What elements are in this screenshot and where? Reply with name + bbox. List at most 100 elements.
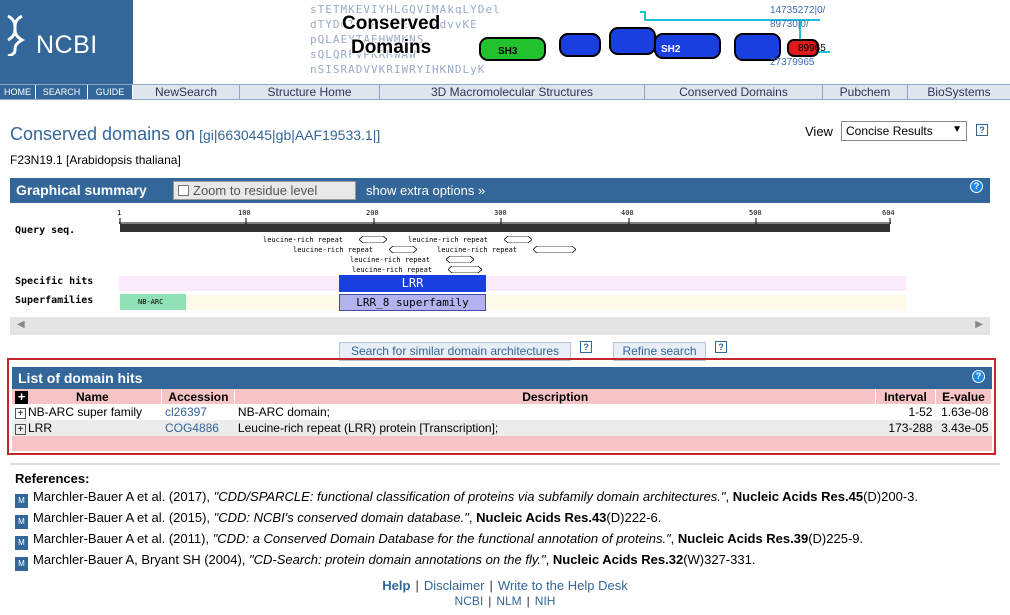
- domain-hits-help-icon[interactable]: ?: [972, 370, 985, 383]
- tick-label: 1: [117, 209, 122, 217]
- tick-label: 500: [749, 209, 762, 217]
- banner-sh2-label: SH2: [661, 44, 681, 55]
- repeat-arrow[interactable]: [533, 246, 576, 253]
- query-sequence-bar[interactable]: [120, 224, 890, 232]
- lrr8-superfamily-hit[interactable]: LRR_8 superfamily: [339, 294, 486, 311]
- scroll-right-icon[interactable]: ▶: [975, 319, 983, 330]
- pubmed-icon: M: [15, 494, 28, 508]
- column-header-name: + Name: [12, 389, 163, 404]
- repeat-label: leucine-rich repeat: [408, 236, 489, 244]
- nav-3d-structures[interactable]: 3D Macromolecular Structures: [380, 85, 645, 99]
- gi-link[interactable]: gi|6630445|gb|AAF19533.1|: [203, 127, 376, 143]
- expand-row-icon[interactable]: +: [15, 424, 26, 435]
- lrr-domain-hit[interactable]: LRR: [339, 275, 486, 292]
- repeat-label: leucine-rich repeat: [293, 246, 374, 254]
- reference-item[interactable]: M Marchler-Bauer A et al. (2017), "CDD/SP…: [15, 489, 918, 508]
- column-header-interval: Interval: [875, 389, 936, 404]
- nav-structure-home[interactable]: Structure Home: [240, 85, 380, 99]
- table-header-row: + Name Accession Description Interval E-v…: [12, 389, 993, 404]
- repeat-arrow[interactable]: [504, 236, 532, 243]
- protein-subtitle: F23N19.1 [Arabidopsis thaliana]: [10, 153, 181, 167]
- repeat-arrow[interactable]: [446, 256, 474, 263]
- hit-name-text: NB-ARC super family: [28, 405, 143, 419]
- banner-number: 89965: [798, 43, 826, 54]
- graphic-scrollbar[interactable]: ◀ ▶: [10, 317, 990, 335]
- reference-item[interactable]: M Marchler-Bauer A et al. (2015), "CDD: N…: [15, 510, 661, 529]
- tick-label: 100: [238, 209, 251, 217]
- nav-pubchem[interactable]: Pubchem: [823, 85, 908, 99]
- expand-row-icon[interactable]: +: [15, 408, 26, 419]
- banner-number: 27379965: [770, 57, 815, 68]
- repeat-label: leucine-rich repeat: [437, 246, 518, 254]
- table-row[interactable]: + LRR COG4886 Leucine-rich repeat (LRR) p…: [12, 420, 992, 436]
- footer-nih-link[interactable]: NIH: [535, 594, 556, 608]
- nbarc-superfamily-hit[interactable]: NB-ARC: [120, 294, 186, 310]
- banner-number: 89730|0/: [770, 19, 809, 30]
- repeat-arrow[interactable]: [359, 236, 387, 243]
- ref-pages: (D)200-3.: [863, 489, 918, 504]
- expand-all-icon[interactable]: +: [15, 390, 28, 404]
- nav-conserved-domains[interactable]: Conserved Domains: [645, 85, 823, 99]
- banner-title: Conserved Domains: [342, 12, 440, 60]
- hit-accession-link[interactable]: COG4886: [161, 420, 235, 436]
- reference-item[interactable]: M Marchler-Bauer A et al. (2011), "CDD: a…: [15, 531, 863, 550]
- reference-item[interactable]: M Marchler-Bauer A, Bryant SH (2004), "CD…: [15, 552, 755, 571]
- nav-biosystems[interactable]: BioSystems: [908, 85, 1010, 99]
- graphical-summary-help-icon[interactable]: ?: [970, 180, 983, 193]
- view-label: View: [805, 124, 833, 139]
- domain-hits-footer: [12, 436, 992, 451]
- banner-seq-line: nSISRADVVKRIWRYIHKNDLyK: [310, 63, 486, 76]
- footer-sep: |: [488, 594, 492, 608]
- view-select-value: Concise Results: [846, 124, 933, 138]
- view-select[interactable]: Concise Results ▼: [841, 121, 967, 141]
- footer-sep: |: [526, 594, 530, 608]
- footer-nlm-link[interactable]: NLM: [496, 594, 521, 608]
- domain-hits-title: List of domain hits: [18, 370, 143, 386]
- repeat-arrow[interactable]: [389, 246, 417, 253]
- hit-evalue: 1.63e-08: [935, 404, 992, 420]
- footer-disclaimer-link[interactable]: Disclaimer: [424, 578, 485, 593]
- tick-label: 300: [494, 209, 507, 217]
- pubmed-icon: M: [15, 515, 28, 529]
- ref-pages: (W)327-331.: [683, 552, 756, 567]
- nav-search[interactable]: SEARCH: [36, 85, 88, 99]
- zoom-residue-toggle[interactable]: Zoom to residue level: [173, 181, 356, 200]
- refine-help-icon[interactable]: ?: [715, 341, 727, 353]
- tick-label: 400: [621, 209, 634, 217]
- scroll-left-icon[interactable]: ◀: [17, 319, 25, 330]
- nav-newsearch[interactable]: NewSearch: [133, 85, 240, 99]
- superfamilies-track: [119, 295, 906, 310]
- column-header-description: Description: [234, 389, 876, 404]
- footer-helpdesk-link[interactable]: Write to the Help Desk: [498, 578, 628, 593]
- hit-accession-link[interactable]: cl26397: [161, 404, 235, 420]
- repeat-label: leucine-rich repeat: [350, 256, 431, 264]
- footer-ncbi-link[interactable]: NCBI: [455, 594, 484, 608]
- ncbi-logo-text: NCBI: [36, 31, 98, 59]
- ncbi-logo[interactable]: NCBI: [0, 0, 133, 84]
- site-header: NCBI sTETMKEVIYHLGQVIMAkqLYDel dTYDGTTLR…: [0, 0, 1010, 84]
- nav-guide[interactable]: GUIDE: [88, 85, 133, 99]
- view-help-icon[interactable]: ?: [976, 124, 988, 136]
- ref-journal: Nucleic Acids Res.32: [552, 552, 684, 567]
- table-row[interactable]: + NB-ARC super family cl26397 NB-ARC doma…: [12, 404, 992, 420]
- banner-number: 14735272|0/: [770, 5, 826, 16]
- pubmed-icon: M: [15, 536, 28, 550]
- nav-home[interactable]: HOME: [0, 85, 36, 99]
- hit-description: Leucine-rich repeat (LRR) protein [Trans…: [234, 420, 876, 436]
- tick-label: 604: [882, 209, 895, 217]
- domain-hits-bar: List of domain hits ?: [12, 367, 992, 389]
- checkbox-icon[interactable]: [178, 185, 189, 196]
- hit-interval: 173-288: [875, 420, 936, 436]
- column-header-accession: Accession: [161, 389, 236, 404]
- footer-org-links: NCBI | NLM | NIH: [0, 594, 1010, 608]
- show-extra-options-link[interactable]: show extra options »: [366, 183, 485, 198]
- hit-name: + LRR: [12, 420, 162, 436]
- column-header-evalue: E-value: [935, 389, 993, 404]
- conserved-domains-banner[interactable]: sTETMKEVIYHLGQVIMAkqLYDel dTYDGTTLRKLLEE…: [300, 0, 840, 84]
- footer-help-link[interactable]: Help: [382, 578, 410, 593]
- nav-bar: HOME SEARCH GUIDE NewSearch Structure Ho…: [0, 84, 1010, 100]
- similar-help-icon[interactable]: ?: [580, 341, 592, 353]
- repeat-arrow[interactable]: [448, 266, 482, 273]
- footer-sep: |: [489, 578, 493, 593]
- hit-name: + NB-ARC super family: [12, 404, 162, 420]
